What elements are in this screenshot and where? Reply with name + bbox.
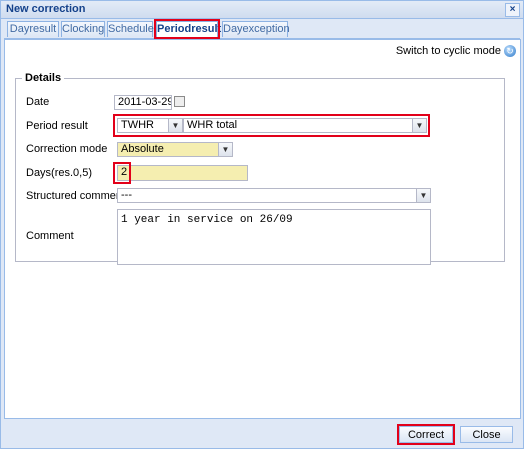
window-titlebar: New correction × [1, 1, 523, 19]
tab-clocking[interactable]: Clocking [61, 21, 105, 37]
cycle-icon: ↻ [504, 45, 516, 57]
tab-dayresult[interactable]: Dayresult [7, 21, 59, 37]
date-field[interactable]: 2011-03-29 [114, 95, 172, 110]
structured-comment-label: Structured comment [26, 190, 126, 202]
switch-cyclic-mode-label: Switch to cyclic mode [395, 45, 501, 57]
tab-dayexception[interactable]: Dayexception [222, 21, 290, 37]
window-close-icon[interactable]: × [505, 3, 520, 17]
calendar-icon[interactable] [174, 96, 185, 107]
correction-mode-select[interactable]: Absolute ▼ [117, 142, 233, 157]
details-legend: Details [25, 72, 62, 84]
comment-textarea[interactable]: 1 year in service on 26/09 [117, 209, 431, 265]
structured-comment-select[interactable]: --- ▼ [117, 188, 431, 203]
period-result-highlight-box [113, 114, 430, 137]
structured-comment-value: --- [121, 189, 132, 201]
tab-highlight-box [154, 19, 220, 39]
days-label: Days(res.0,5) [26, 167, 93, 179]
comment-label: Comment [26, 230, 74, 242]
switch-cyclic-mode-link[interactable]: Switch to cyclic mode ↻ [396, 45, 516, 57]
period-result-label: Period result [26, 120, 88, 132]
date-label: Date [26, 96, 50, 108]
correction-panel: Switch to cyclic mode ↻ Details Date 201… [4, 39, 521, 419]
correction-window: New correction × Dayresult Clocking Sche… [0, 0, 524, 449]
close-button[interactable]: Close [460, 426, 513, 443]
days-highlight-box [113, 162, 131, 184]
tab-schedule[interactable]: Schedule [107, 21, 154, 37]
correct-highlight-box [397, 424, 455, 445]
correction-mode-label: Correction mode [26, 143, 108, 155]
chevron-down-icon: ▼ [218, 143, 232, 156]
tab-strip: Dayresult Clocking Schedule Periodresult… [4, 19, 520, 39]
chevron-down-icon: ▼ [416, 189, 430, 202]
window-title: New correction [6, 3, 86, 15]
window-footer: Correct Close [1, 419, 523, 448]
details-fieldset: Details Date 2011-03-29 Period result TW… [15, 72, 505, 265]
days-field[interactable]: 2 [117, 165, 248, 181]
correction-mode-value: Absolute [121, 143, 164, 155]
